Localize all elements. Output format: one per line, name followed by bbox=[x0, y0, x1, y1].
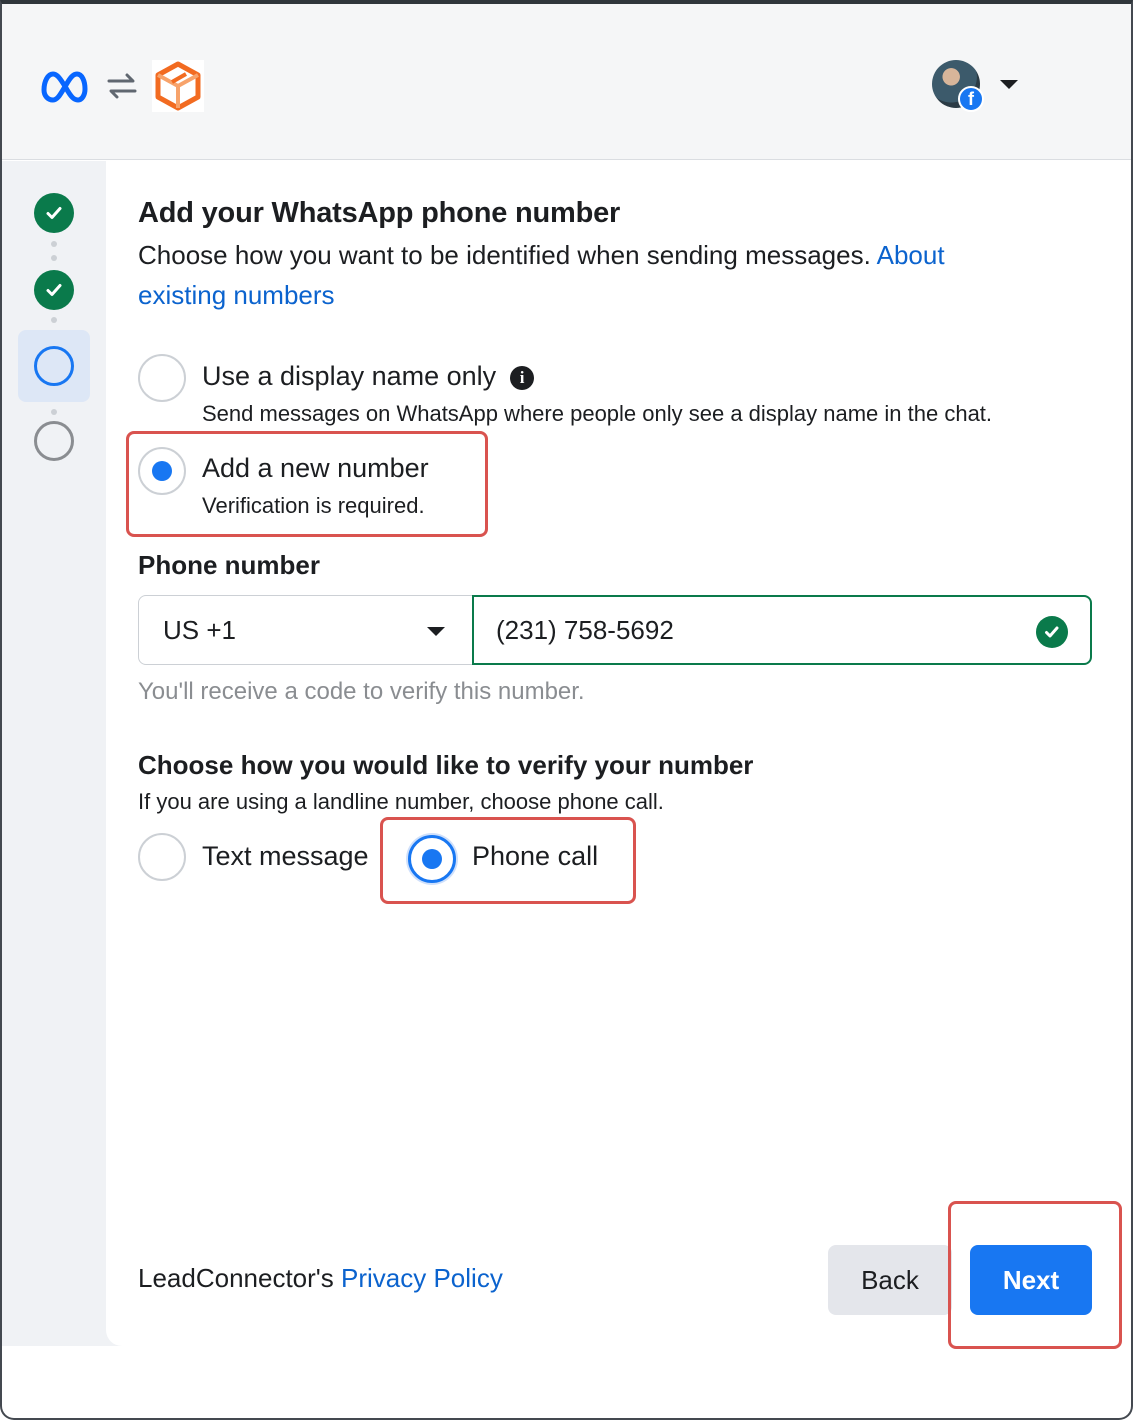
step-2-complete bbox=[34, 270, 74, 310]
phone-call-label[interactable]: Phone call bbox=[472, 841, 598, 872]
brand-logos bbox=[40, 60, 204, 112]
company-name: LeadConnector's bbox=[138, 1263, 334, 1293]
display-name-description: Send messages on WhatsApp where people o… bbox=[202, 401, 993, 426]
text-message-label[interactable]: Text message bbox=[202, 841, 369, 872]
add-new-number-description: Verification is required. bbox=[202, 493, 425, 518]
phone-call-radio[interactable] bbox=[408, 835, 456, 883]
country-code-select[interactable]: US +1 bbox=[138, 595, 474, 665]
step-3-current bbox=[34, 346, 74, 386]
content-panel: Add your WhatsApp phone number Choose ho… bbox=[106, 161, 1131, 1346]
step-connector bbox=[51, 241, 57, 247]
phone-number-input[interactable]: (231) 758-5692 bbox=[472, 595, 1092, 665]
verify-method-heading: Choose how you would like to verify your… bbox=[138, 750, 754, 780]
step-connector bbox=[51, 409, 57, 415]
page-subtitle: Choose how you want to be identified whe… bbox=[138, 235, 1038, 315]
header-bar: f bbox=[2, 4, 1131, 160]
checkmark-icon bbox=[46, 284, 62, 296]
progress-stepper bbox=[2, 161, 106, 1346]
account-menu[interactable]: f bbox=[932, 60, 1018, 112]
add-new-number-label[interactable]: Add a new number bbox=[202, 453, 429, 484]
step-4-pending bbox=[34, 421, 74, 461]
phone-number-value: (231) 758-5692 bbox=[496, 615, 674, 645]
add-new-number-radio[interactable] bbox=[138, 447, 186, 495]
annotation-highlight-next bbox=[948, 1201, 1122, 1349]
step-1-complete bbox=[34, 193, 74, 233]
privacy-policy-link[interactable]: Privacy Policy bbox=[341, 1263, 503, 1293]
text-message-radio[interactable] bbox=[138, 833, 186, 881]
back-button[interactable]: Back bbox=[828, 1245, 952, 1315]
avatar[interactable]: f bbox=[932, 60, 984, 112]
country-code-value: US +1 bbox=[163, 615, 236, 645]
caret-down-icon[interactable] bbox=[1000, 79, 1018, 89]
display-name-option[interactable]: Use a display name only i bbox=[202, 361, 535, 392]
step-connector bbox=[51, 317, 57, 323]
main-area: Add your WhatsApp phone number Choose ho… bbox=[2, 161, 1131, 1346]
display-name-label: Use a display name only bbox=[202, 361, 497, 391]
subtitle-text: Choose how you want to be identified whe… bbox=[138, 240, 871, 270]
phone-hint-text: You'll receive a code to verify this num… bbox=[138, 678, 585, 705]
valid-check-icon bbox=[1036, 616, 1068, 648]
step-connector bbox=[51, 255, 57, 261]
privacy-footer: LeadConnector's Privacy Policy bbox=[138, 1263, 503, 1294]
chevron-down-icon bbox=[427, 627, 445, 636]
page-title: Add your WhatsApp phone number bbox=[138, 197, 621, 229]
checkmark-icon bbox=[46, 207, 62, 219]
leadconnector-logo bbox=[152, 60, 204, 112]
facebook-badge-icon: f bbox=[958, 86, 984, 112]
verify-method-description: If you are using a landline number, choo… bbox=[138, 789, 664, 814]
display-name-radio[interactable] bbox=[138, 354, 186, 402]
sync-arrows-icon bbox=[104, 68, 140, 104]
meta-logo bbox=[40, 62, 92, 110]
info-icon[interactable]: i bbox=[510, 365, 535, 390]
dialog-window: f Add your WhatsApp phone number Choose bbox=[0, 0, 1133, 1420]
phone-number-label: Phone number bbox=[138, 550, 321, 580]
